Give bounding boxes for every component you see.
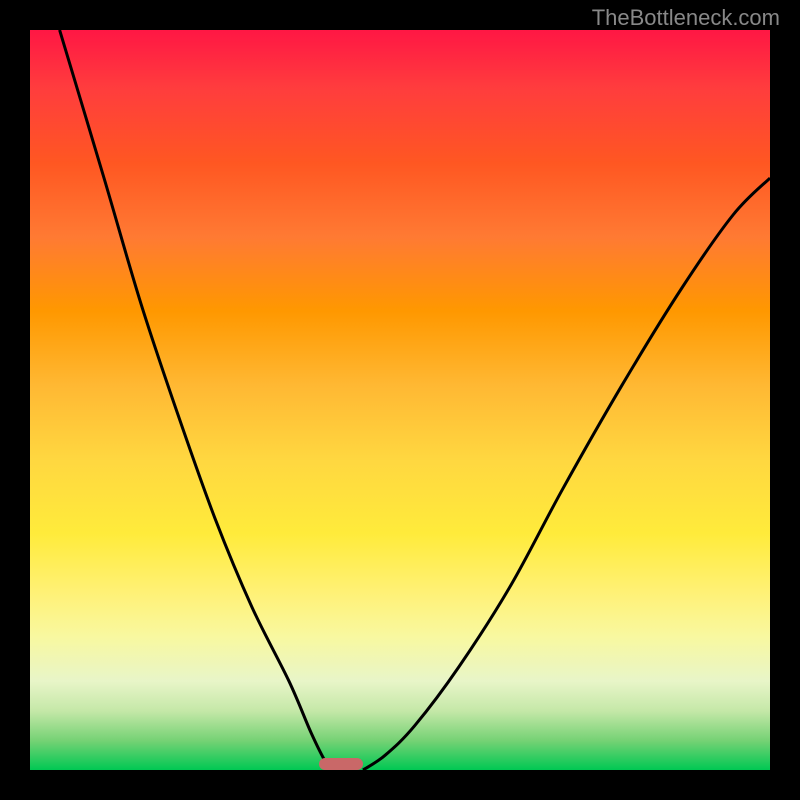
bottleneck-marker [319,758,363,770]
chart-plot-area [30,30,770,770]
watermark-text: TheBottleneck.com [592,5,780,31]
right-curve-line [363,178,770,770]
left-curve-line [60,30,334,770]
chart-curves [30,30,770,770]
